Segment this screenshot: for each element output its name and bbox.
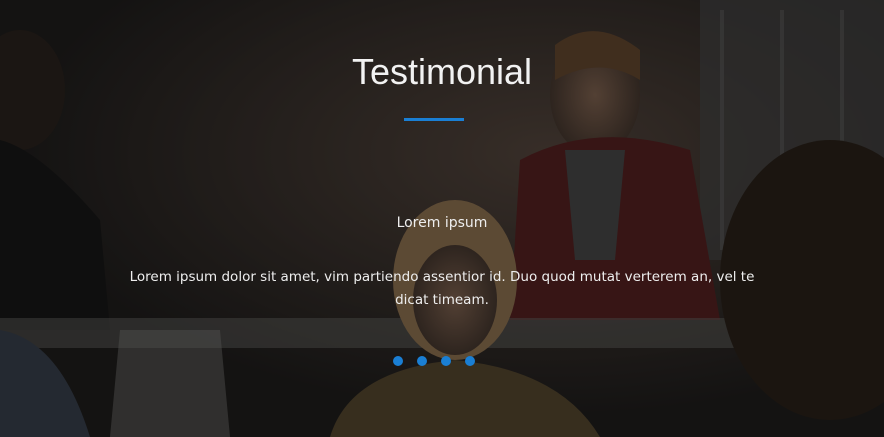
carousel-dot-1[interactable] [393,356,403,366]
section-title: Testimonial [351,51,533,92]
testimonial-section: Testimonial Lorem ipsum Lorem ipsum dolo… [0,0,884,437]
testimonial-author: Lorem ipsum [396,215,488,231]
testimonial-content: Testimonial Lorem ipsum Lorem ipsum dolo… [0,0,884,437]
testimonial-quote: Lorem ipsum dolor sit amet, vim partiend… [129,269,755,308]
carousel-dot-2[interactable] [417,356,427,366]
carousel-pagination [393,356,483,366]
carousel-dot-3[interactable] [441,356,451,366]
carousel-dot-4[interactable] [465,356,475,366]
title-divider [404,118,464,121]
